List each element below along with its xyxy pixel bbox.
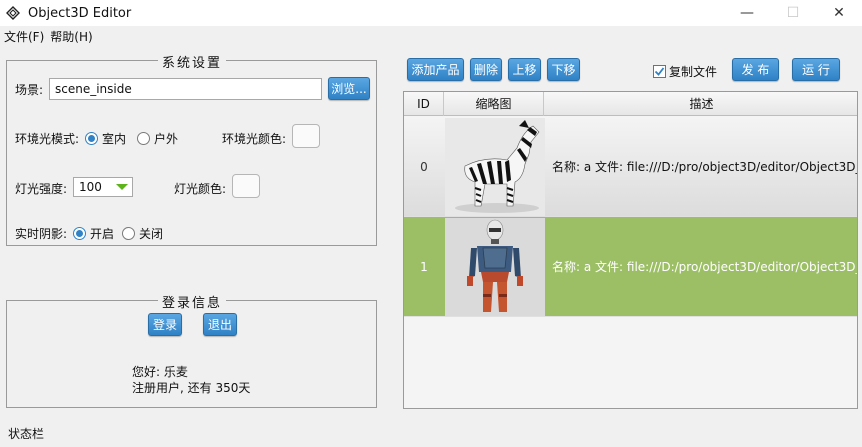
radio-unselected-icon [137, 132, 150, 145]
light-intensity-value: 100 [79, 180, 102, 194]
radio-selected-icon [73, 227, 86, 240]
copy-files-checkbox[interactable]: 复制文件 [653, 63, 717, 80]
column-header-description[interactable]: 描述 [544, 92, 857, 116]
shadow-on-label: 开启 [90, 227, 115, 241]
zebra-thumbnail-icon [445, 118, 545, 216]
status-bar: 状态栏 [8, 427, 45, 441]
column-header-id[interactable]: ID [404, 92, 444, 116]
table-row-selected[interactable]: 1 名称: a 文件: file:///D:/pro/object3D/edit… [404, 217, 857, 317]
light-intensity-label: 灯光强度: [15, 182, 68, 196]
table-header: ID 缩略图 描述 [404, 92, 857, 116]
shadow-off-radio[interactable]: 关闭 [122, 225, 163, 242]
window-title: Object3D Editor [28, 5, 132, 21]
row-id: 1 [420, 260, 428, 274]
shadow-off-label: 关闭 [139, 227, 164, 241]
menu-bar: 文件(F) 帮助(H) [0, 26, 862, 46]
delete-button[interactable]: 删除 [470, 58, 502, 81]
robot-figure-thumbnail-icon [445, 218, 545, 316]
maximize-button[interactable]: ☐ [770, 0, 816, 26]
ambient-indoor-radio[interactable]: 室内 [85, 130, 126, 147]
product-table: ID 缩略图 描述 0 名称: a 文件: file:///D:/pro/obj… [403, 91, 858, 409]
shadow-on-radio[interactable]: 开启 [73, 225, 114, 242]
move-down-button[interactable]: 下移 [547, 58, 580, 81]
ambient-indoor-label: 室内 [102, 132, 127, 146]
copy-files-label: 复制文件 [669, 65, 718, 79]
close-button[interactable]: ✕ [816, 0, 862, 26]
radio-unselected-icon [122, 227, 135, 240]
greeting-text: 您好: 乐麦 [132, 365, 188, 379]
app-logo-icon [6, 6, 20, 20]
login-group-title: 登录信息 [158, 292, 227, 311]
account-status-text: 注册用户, 还有 350天 [132, 381, 251, 395]
settings-group: 系统设置 场景: scene_inside 浏览... 环境光模式: 室内 户外… [6, 52, 377, 246]
menu-help[interactable]: 帮助(H) [50, 28, 92, 45]
row-description: 名称: a 文件: file:///D:/pro/object3D/editor… [552, 260, 857, 274]
ambient-color-swatch[interactable] [292, 124, 320, 148]
light-color-swatch[interactable] [232, 174, 260, 198]
scene-label: 场景: [15, 83, 44, 97]
run-button[interactable]: 运 行 [792, 58, 840, 81]
login-button[interactable]: 登录 [148, 313, 182, 336]
checkmark-icon [653, 65, 666, 78]
title-bar: Object3D Editor — ☐ ✕ [0, 0, 862, 26]
settings-group-title: 系统设置 [158, 52, 227, 71]
move-up-button[interactable]: 上移 [508, 58, 541, 81]
chevron-down-icon [116, 184, 128, 190]
row-description: 名称: a 文件: file:///D:/pro/object3D/editor… [552, 160, 857, 174]
scene-input[interactable]: scene_inside [49, 78, 322, 100]
ambient-outdoor-radio[interactable]: 户外 [137, 130, 178, 147]
login-group: 登录信息 登录 退出 您好: 乐麦 注册用户, 还有 350天 [6, 292, 377, 408]
ambient-mode-label: 环境光模式: [15, 132, 80, 146]
light-intensity-select[interactable]: 100 [73, 177, 133, 197]
logout-button[interactable]: 退出 [203, 313, 237, 336]
minimize-button[interactable]: — [724, 0, 770, 26]
ambient-outdoor-label: 户外 [154, 132, 179, 146]
column-header-thumbnail[interactable]: 缩略图 [444, 92, 544, 116]
menu-file[interactable]: 文件(F) [4, 28, 44, 45]
ambient-color-label: 环境光颜色: [222, 132, 287, 146]
shadow-label: 实时阴影: [15, 227, 68, 241]
table-row[interactable]: 0 名称: a 文件: file:///D:/pro/object3D/edit… [404, 117, 857, 217]
browse-button[interactable]: 浏览... [328, 77, 370, 100]
light-color-label: 灯光颜色: [174, 182, 227, 196]
publish-button[interactable]: 发 布 [732, 58, 779, 81]
row-id: 0 [420, 160, 428, 174]
radio-selected-icon [85, 132, 98, 145]
add-product-button[interactable]: 添加产品 [407, 58, 464, 81]
